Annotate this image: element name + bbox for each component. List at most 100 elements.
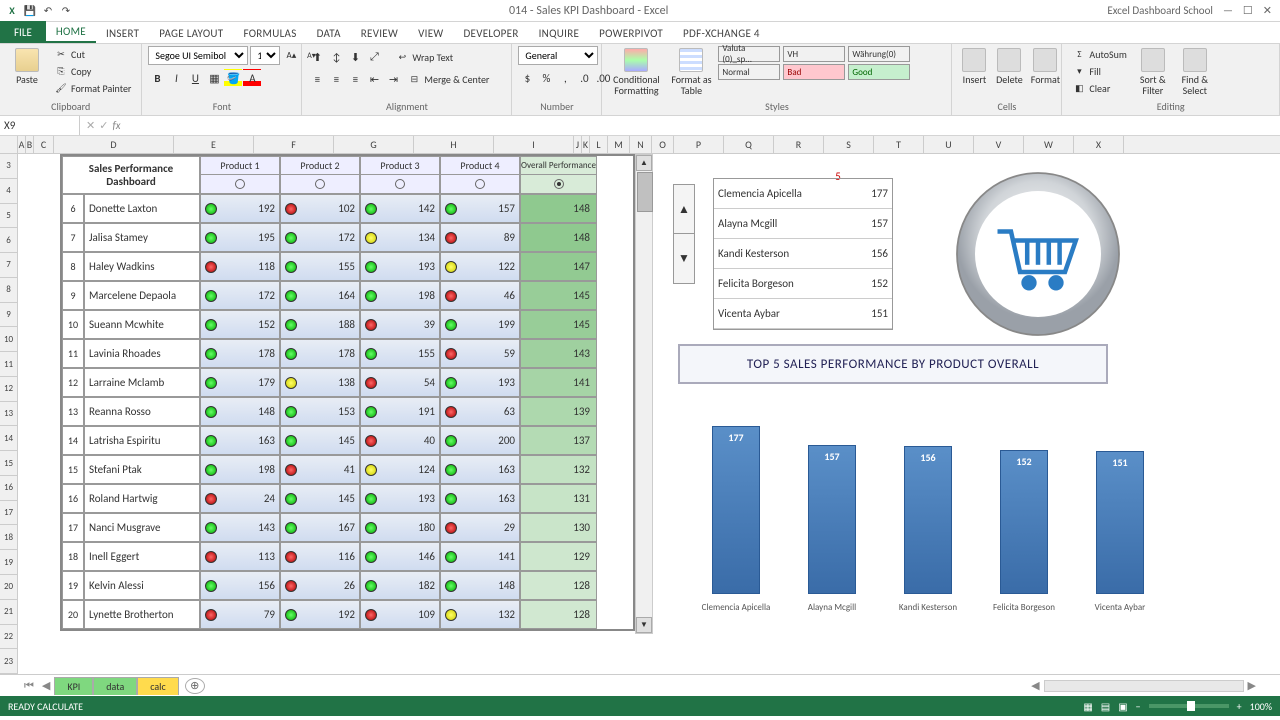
tab-home[interactable]: HOME [46,22,96,43]
tab-inquire[interactable]: INQUIRE [529,24,590,43]
scroll-thumb[interactable] [637,172,653,212]
style-bad[interactable]: Bad [783,64,845,80]
format-cells-button[interactable]: Format [1028,46,1062,87]
col-header[interactable]: E [174,136,254,153]
merge-center-button[interactable]: ⊟Merge & Center [403,70,493,88]
sheet-tab-calc[interactable]: calc [137,677,178,695]
font-size-select[interactable]: 10 [250,46,280,65]
row-header[interactable]: 11 [0,352,18,377]
conditional-formatting-button[interactable]: Conditional Formatting [608,46,664,98]
select-all-corner[interactable] [0,136,18,153]
dashboard-scrollbar[interactable]: ▲ ▼ [635,154,653,634]
align-top-icon[interactable]: ⬆ [308,48,326,66]
maximize-icon[interactable]: ☐ [1243,4,1253,17]
tab-review[interactable]: REVIEW [351,24,408,43]
col-header[interactable]: L [590,136,608,153]
row-header[interactable]: 14 [0,426,18,451]
style-good[interactable]: Good [848,64,910,80]
col-header[interactable]: V [974,136,1024,153]
radio-product-2[interactable] [315,179,325,189]
col-header[interactable]: Q [724,136,774,153]
row-header[interactable]: 13 [0,402,18,427]
scroll-up-icon[interactable]: ▲ [636,155,652,171]
radio-product-3[interactable] [395,179,405,189]
row-header[interactable]: 7 [0,253,18,278]
delete-cells-button[interactable]: Delete [992,46,1026,87]
save-icon[interactable]: 💾 [22,3,38,19]
redo-icon[interactable]: ↷ [58,3,74,19]
tab-developer[interactable]: DEVELOPER [453,24,528,43]
row-header[interactable]: 21 [0,600,18,625]
font-color-button[interactable]: A [243,69,261,87]
align-middle-icon[interactable]: ↕ [327,48,345,66]
tab-powerpivot[interactable]: POWERPIVOT [589,24,673,43]
spinner-down[interactable]: ▼ [674,234,694,283]
cancel-formula-icon[interactable]: ✕ [86,119,95,132]
row-header[interactable]: 9 [0,303,18,328]
formula-input[interactable] [127,119,1280,132]
align-right-icon[interactable]: ≡ [346,70,364,88]
col-header[interactable]: G [334,136,414,153]
row-header[interactable]: 3 [0,154,18,179]
row-header[interactable]: 17 [0,501,18,526]
col-header[interactable]: I [494,136,574,153]
tab-formulas[interactable]: FORMULAS [233,24,306,43]
spinner-up[interactable]: ▲ [674,185,694,234]
fx-icon[interactable]: fx [112,119,120,132]
wrap-text-button[interactable]: ↩Wrap Text [391,48,457,66]
style-item[interactable]: VH [783,46,845,62]
close-icon[interactable]: ✕ [1263,4,1272,17]
row-header[interactable]: 8 [0,278,18,303]
row-header[interactable]: 23 [0,649,18,674]
row-header[interactable]: 10 [0,327,18,352]
col-header[interactable]: T [874,136,924,153]
clear-button[interactable]: ◧Clear [1068,80,1130,96]
tab-pdf[interactable]: PDF-XChange 4 [673,24,770,43]
tab-view[interactable]: VIEW [408,24,453,43]
fill-color-button[interactable]: 🪣 [224,69,242,87]
cell-styles-gallery[interactable]: Valuta (0)_sp... VH Währung(0) Normal Ba… [718,46,910,80]
add-sheet-button[interactable]: ⊕ [185,678,205,694]
row-header[interactable]: 15 [0,451,18,476]
col-header[interactable]: D [54,136,174,153]
hscroll-left-icon[interactable]: ◀ [1027,679,1043,692]
confirm-formula-icon[interactable]: ✓ [99,119,108,132]
col-header[interactable]: C [34,136,54,153]
col-header[interactable]: A [18,136,26,153]
style-normal[interactable]: Normal [718,64,780,80]
sheet-area[interactable]: Sales Performance Dashboard Product 1Pro… [18,154,1280,674]
col-header[interactable]: B [26,136,34,153]
zoom-level[interactable]: 100% [1250,700,1272,713]
autosum-button[interactable]: ΣAutoSum [1068,46,1130,62]
col-header[interactable]: H [414,136,494,153]
zoom-thumb[interactable] [1187,701,1195,711]
align-center-icon[interactable]: ≡ [327,70,345,88]
col-header[interactable]: U [924,136,974,153]
radio-overall[interactable] [554,179,564,189]
col-header[interactable]: W [1024,136,1074,153]
name-box[interactable]: X9 [0,116,80,135]
italic-button[interactable]: I [167,69,185,87]
row-header[interactable]: 4 [0,179,18,204]
format-as-table-button[interactable]: Format as Table [666,46,716,98]
row-header[interactable]: 12 [0,377,18,402]
horizontal-scrollbar[interactable] [1044,680,1244,692]
radio-product-4[interactable] [475,179,485,189]
row-header[interactable]: 6 [0,228,18,253]
currency-icon[interactable]: $ [518,69,536,87]
number-format-select[interactable]: General [518,46,598,65]
increase-font-icon[interactable]: A▴ [282,47,300,65]
col-header[interactable]: F [254,136,334,153]
font-name-select[interactable]: Segoe UI Semibol [148,46,248,65]
view-page-icon[interactable]: ▤ [1101,700,1110,713]
radio-product-1[interactable] [235,179,245,189]
indent-inc-icon[interactable]: ⇥ [384,70,402,88]
col-header[interactable]: N [630,136,652,153]
style-item[interactable]: Währung(0) [848,46,910,62]
style-item[interactable]: Valuta (0)_sp... [718,46,780,62]
copy-button[interactable]: ⎘Copy [50,63,135,79]
view-break-icon[interactable]: ▣ [1118,700,1127,713]
zoom-slider[interactable] [1149,704,1229,708]
row-header[interactable]: 18 [0,525,18,550]
sheet-tab-data[interactable]: data [93,677,137,695]
